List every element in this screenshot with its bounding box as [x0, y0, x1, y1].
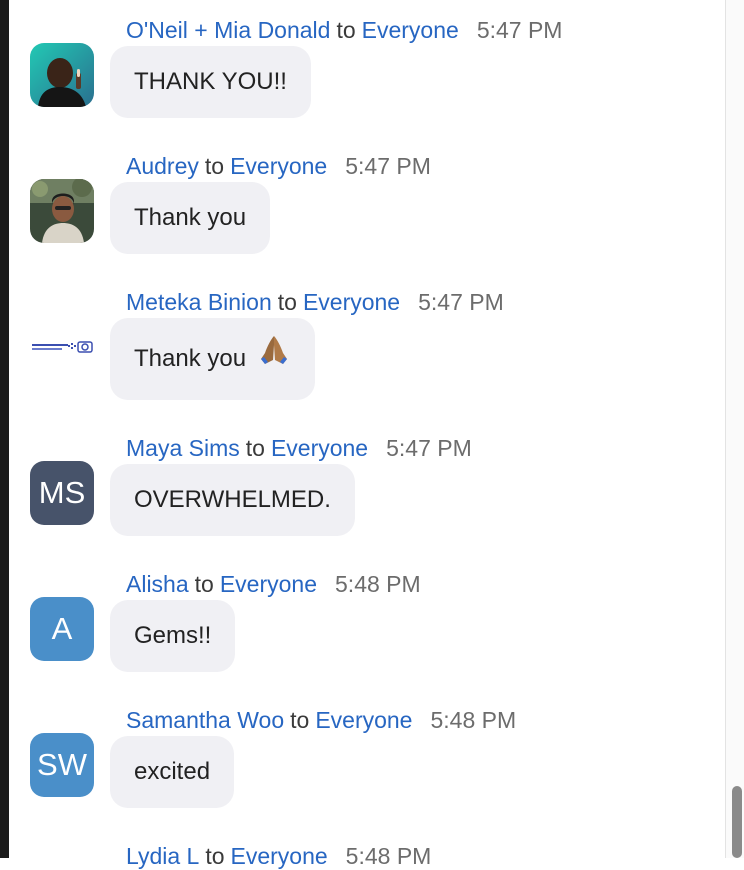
message-header: Samantha Woo to Everyone 5:48 PM: [126, 706, 516, 734]
to-label: to: [194, 571, 214, 597]
message-time: 5:48 PM: [430, 707, 517, 733]
to-label: to: [204, 153, 225, 179]
sender-name[interactable]: Audrey: [126, 153, 199, 179]
message-bubble: Gems!!: [110, 600, 236, 672]
recipient-name[interactable]: Everyone: [230, 153, 327, 179]
avatar[interactable]: [30, 43, 94, 107]
recipient-name[interactable]: Everyone: [220, 571, 317, 597]
avatar-initials[interactable]: SW: [30, 733, 94, 797]
scrollbar-thumb[interactable]: [732, 786, 742, 858]
message-bubble: THANK YOU!!: [110, 46, 311, 118]
message-header: Alisha to Everyone 5:48 PM: [126, 570, 421, 598]
message-header: Audrey to Everyone 5:47 PM: [126, 152, 431, 180]
recipient-name[interactable]: Everyone: [362, 17, 459, 43]
to-label: to: [245, 435, 265, 461]
recipient-name[interactable]: Everyone: [315, 707, 412, 733]
message-header: Lydia Lto Everyone 5:48 PM: [126, 842, 431, 870]
message-time: 5:47 PM: [345, 153, 431, 179]
message-header: O'Neil + Mia Donald to Everyone 5:47 PM: [126, 16, 562, 44]
avatar-initials[interactable]: MS: [30, 461, 94, 525]
sender-name[interactable]: Meteka Binion: [126, 289, 272, 315]
sender-name[interactable]: Alisha: [126, 571, 189, 597]
avatar-initials[interactable]: A: [30, 597, 94, 661]
to-label: to: [336, 17, 356, 43]
to-label: to: [277, 289, 297, 315]
sender-name[interactable]: Samantha Woo: [126, 707, 284, 733]
message-time: 5:47 PM: [386, 435, 472, 461]
folded-hands-icon: [257, 319, 291, 401]
message-time: 5:48 PM: [345, 843, 432, 869]
sender-name[interactable]: Lydia L: [126, 843, 199, 869]
message-bubble: Thank you: [110, 318, 315, 400]
avatar[interactable]: [30, 179, 94, 243]
recipient-name[interactable]: Everyone: [303, 289, 400, 315]
message-time: 5:47 PM: [418, 289, 504, 315]
sender-name[interactable]: O'Neil + Mia Donald: [126, 17, 330, 43]
to-label: to: [290, 707, 310, 733]
window-left-edge: [0, 0, 9, 858]
message-time: 5:47 PM: [476, 17, 563, 43]
to-label: to: [205, 843, 225, 869]
message-header: Meteka Binion to Everyone 5:47 PM: [126, 288, 504, 316]
message-header: Maya Sims to Everyone 5:47 PM: [126, 434, 472, 462]
avatar-logo[interactable]: [30, 315, 94, 379]
recipient-name[interactable]: Everyone: [271, 435, 368, 461]
scrollbar-track[interactable]: [726, 0, 744, 858]
sender-name[interactable]: Maya Sims: [126, 435, 240, 461]
message-time: 5:48 PM: [335, 571, 421, 597]
message-text: Thank you: [134, 345, 247, 372]
message-bubble: OVERWHELMED.: [110, 464, 355, 536]
message-bubble: Thank you: [110, 182, 271, 254]
message-bubble: excited: [110, 736, 235, 808]
recipient-name[interactable]: Everyone: [231, 843, 328, 869]
